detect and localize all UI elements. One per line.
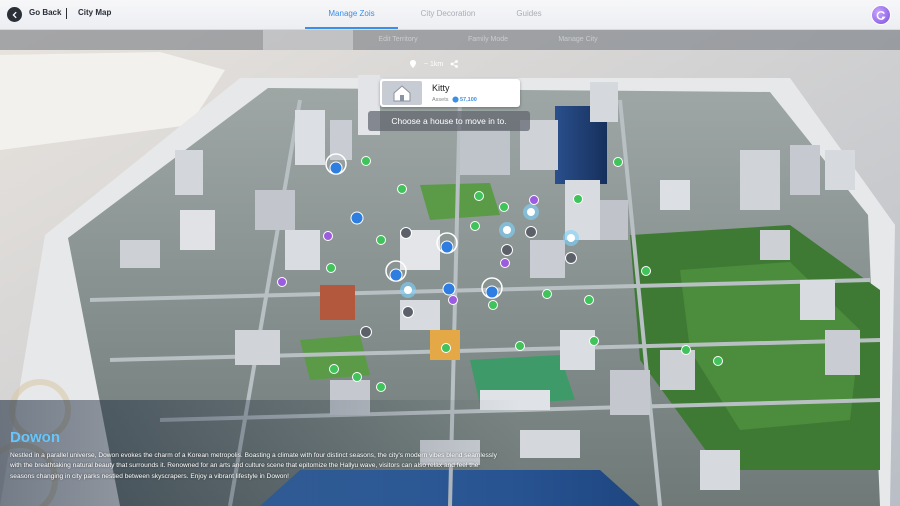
coin-icon bbox=[452, 96, 459, 103]
share-icon[interactable] bbox=[449, 59, 459, 69]
house-marker[interactable] bbox=[442, 282, 456, 296]
chevron-left-icon bbox=[11, 11, 17, 18]
house-card-controls: ~ 1km bbox=[408, 57, 459, 71]
breadcrumb: City Map bbox=[78, 8, 112, 17]
city-description: Nestled in a parallel universe, Dowon ev… bbox=[10, 452, 497, 480]
subtab-family-mode[interactable]: Family Mode bbox=[443, 29, 533, 50]
top-bar: Go Back City Map Manage Zois City Decora… bbox=[0, 0, 900, 30]
park-center bbox=[420, 183, 500, 220]
swirl-icon bbox=[876, 10, 886, 20]
house-icon bbox=[393, 85, 411, 102]
tab-manage-zois[interactable]: Manage Zois bbox=[305, 0, 398, 29]
subtab-active[interactable] bbox=[263, 29, 353, 50]
house-marker[interactable] bbox=[350, 211, 364, 225]
sub-tab-bar: Edit Territory Family Mode Manage City bbox=[0, 29, 900, 50]
tab-guides[interactable]: Guides bbox=[498, 0, 560, 29]
tab-city-decoration[interactable]: City Decoration bbox=[398, 0, 498, 29]
location-pin-icon[interactable] bbox=[408, 59, 418, 69]
house-card[interactable]: Kitty Assets 57,100 bbox=[380, 79, 520, 107]
city-name: Dowon bbox=[10, 429, 60, 446]
distance-readout: ~ 1km bbox=[424, 60, 444, 68]
back-button[interactable] bbox=[7, 7, 22, 22]
move-in-prompt: Choose a house to move in to. bbox=[368, 111, 530, 131]
assets-value: 57,100 bbox=[460, 97, 477, 103]
subtab-manage-city[interactable]: Manage City bbox=[533, 29, 623, 50]
profile-avatar-icon[interactable] bbox=[871, 5, 891, 25]
main-tabs: Manage Zois City Decoration Guides bbox=[305, 0, 560, 29]
subtab-edit-territory[interactable]: Edit Territory bbox=[353, 29, 443, 50]
house-thumbnail bbox=[382, 81, 422, 105]
divider bbox=[66, 8, 67, 19]
back-label[interactable]: Go Back bbox=[29, 8, 61, 17]
assets-label: Assets bbox=[432, 97, 449, 103]
house-owner-name: Kitty bbox=[432, 83, 450, 93]
